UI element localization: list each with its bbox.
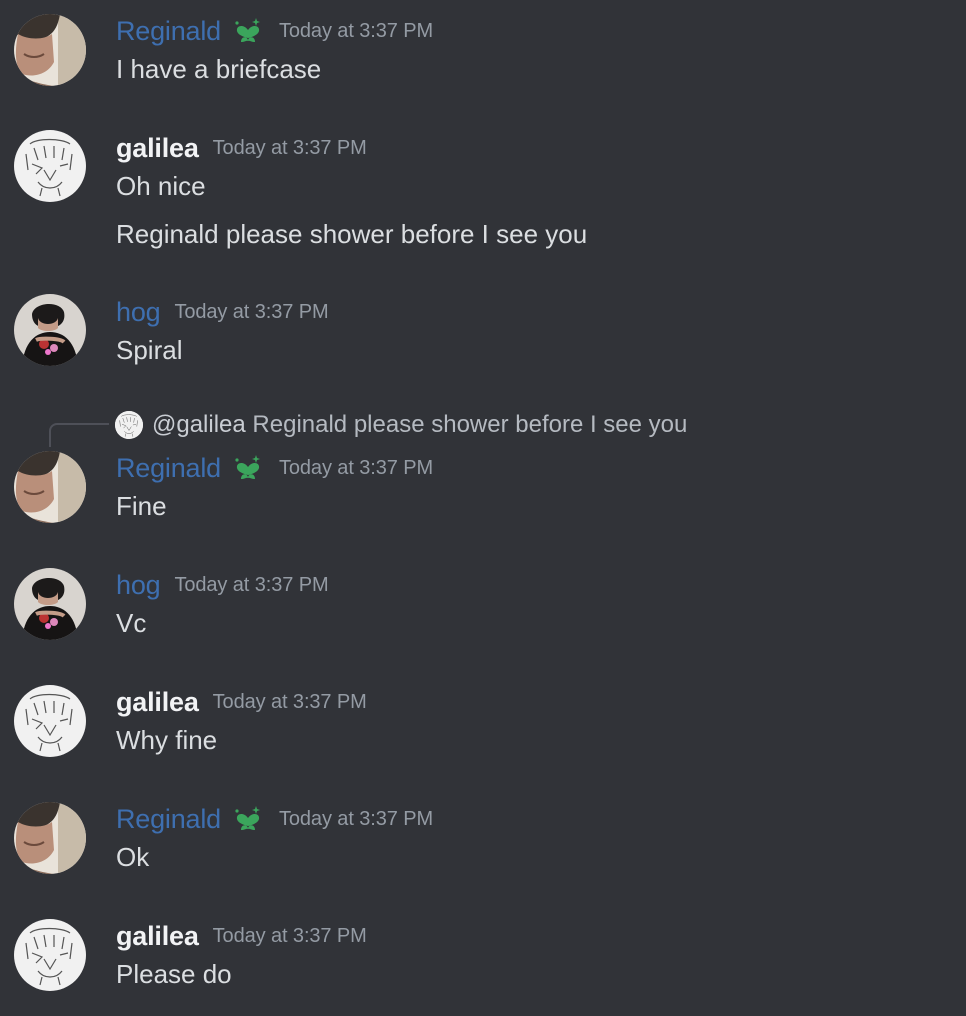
username[interactable]: hog xyxy=(116,570,161,601)
username[interactable]: Reginald xyxy=(116,453,221,484)
reply-mention[interactable]: @galilea xyxy=(152,411,246,438)
avatar[interactable] xyxy=(14,130,86,202)
message-header: hog Today at 3:37 PM xyxy=(116,295,329,329)
timestamp[interactable]: Today at 3:37 PM xyxy=(279,20,433,43)
reply-text[interactable]: Reginald please shower before I see you xyxy=(252,411,687,438)
message-text: Spiral xyxy=(116,335,183,365)
message-text: Oh nice xyxy=(116,171,206,201)
green-heart-flower-icon[interactable] xyxy=(231,451,265,485)
timestamp[interactable]: Today at 3:37 PM xyxy=(279,457,433,480)
message-text: Please do xyxy=(116,959,232,989)
message-header: hog Today at 3:37 PM xyxy=(116,568,329,602)
username[interactable]: galilea xyxy=(116,687,199,718)
username[interactable]: galilea xyxy=(116,921,199,952)
username[interactable]: galilea xyxy=(116,133,199,164)
green-heart-flower-icon[interactable] xyxy=(231,14,265,48)
avatar[interactable] xyxy=(14,451,86,523)
username[interactable]: Reginald xyxy=(116,16,221,47)
message-text: Reginald please shower before I see you xyxy=(116,219,588,249)
avatar[interactable] xyxy=(14,919,86,991)
timestamp[interactable]: Today at 3:37 PM xyxy=(213,691,367,714)
reply-avatar[interactable] xyxy=(115,411,143,439)
message-header: Reginald Today at 3:37 PM xyxy=(116,802,433,836)
username[interactable]: hog xyxy=(116,297,161,328)
username[interactable]: Reginald xyxy=(116,804,221,835)
green-heart-flower-icon[interactable] xyxy=(231,802,265,836)
timestamp[interactable]: Today at 3:37 PM xyxy=(213,925,367,948)
reply-preview[interactable]: @galilea Reginald please shower before I… xyxy=(152,408,687,442)
avatar[interactable] xyxy=(14,14,86,86)
message-header: Reginald Today at 3:37 PM xyxy=(116,451,433,485)
timestamp[interactable]: Today at 3:37 PM xyxy=(174,574,328,597)
message-text: Ok xyxy=(116,842,150,872)
message-text: Vc xyxy=(116,608,147,638)
message-header: galilea Today at 3:37 PM xyxy=(116,685,367,719)
message-header: galilea Today at 3:37 PM xyxy=(116,131,367,165)
avatar[interactable] xyxy=(14,802,86,874)
message-header: galilea Today at 3:37 PM xyxy=(116,919,367,953)
timestamp[interactable]: Today at 3:37 PM xyxy=(213,137,367,160)
message-text: I have a briefcase xyxy=(116,54,322,84)
avatar[interactable] xyxy=(14,685,86,757)
timestamp[interactable]: Today at 3:37 PM xyxy=(279,808,433,831)
message-text: Fine xyxy=(116,491,167,521)
avatar[interactable] xyxy=(14,568,86,640)
reply-spine xyxy=(49,423,109,447)
timestamp[interactable]: Today at 3:37 PM xyxy=(174,301,328,324)
message-text: Why fine xyxy=(116,725,218,755)
avatar[interactable] xyxy=(14,294,86,366)
message-header: Reginald Today at 3:37 PM xyxy=(116,14,433,48)
